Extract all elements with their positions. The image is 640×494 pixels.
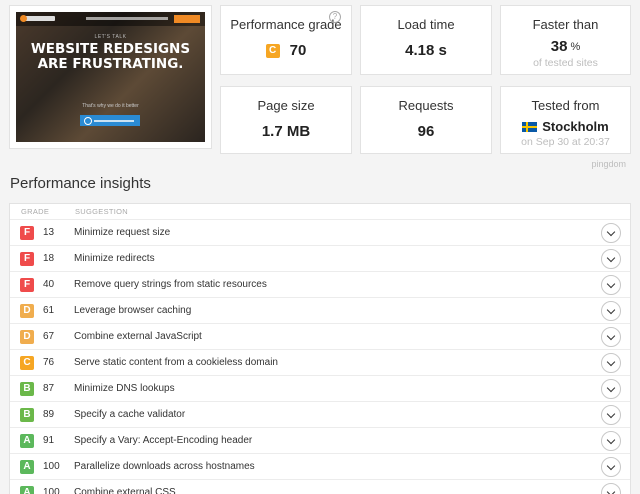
insights-table: GRADE SUGGESTION F 13 Minimize request siz… [9, 203, 631, 494]
table-row[interactable]: A 100 Combine external CSS [10, 480, 630, 494]
page-size-value: 1.7 MB [261, 123, 311, 140]
expand-chevron-icon[interactable] [601, 274, 621, 295]
preview-button [80, 115, 140, 126]
requests-label: Requests [398, 98, 454, 113]
suggestion-text: Specify a cache validator [74, 409, 186, 420]
grade-badge: A [20, 459, 34, 474]
preview-small-text: LET'S TALK [94, 34, 127, 40]
score: 87 [43, 383, 55, 394]
page-size-card: Page size 1.7 MB [220, 86, 352, 154]
table-header: GRADE SUGGESTION [10, 204, 630, 220]
suggestion-text: Combine external CSS [74, 487, 176, 494]
tested-from-sub: on Sep 30 at 20:37 [521, 136, 610, 148]
expand-chevron-icon[interactable] [601, 300, 621, 321]
expand-chevron-icon[interactable] [601, 430, 621, 451]
requests-value: 96 [417, 123, 435, 140]
table-row[interactable]: B 87 Minimize DNS lookups [10, 376, 630, 402]
suggestion-text: Specify a Vary: Accept-Encoding header [74, 435, 253, 446]
suggestion-text: Leverage browser caching [74, 305, 192, 316]
section-title: Performance insights [10, 175, 151, 192]
faster-than-label: Faster than [532, 17, 599, 32]
suggestion-text: Parallelize downloads across hostnames [74, 461, 255, 472]
expand-chevron-icon[interactable] [601, 378, 621, 399]
score: 100 [43, 487, 60, 494]
grade-badge: B [20, 381, 34, 396]
score: 13 [43, 227, 55, 238]
grade-badge: C [20, 355, 34, 370]
performance-grade-card: ? Performance grade C 70 [220, 5, 352, 75]
tested-from-card: Tested from Stockholm on Sep 30 at 20:37 [500, 86, 631, 154]
expand-chevron-icon[interactable] [601, 352, 621, 373]
table-row[interactable]: F 13 Minimize request size [10, 220, 630, 246]
preview-nav-links [86, 17, 168, 20]
score: 89 [43, 409, 55, 420]
suggestion-column-header: SUGGESTION [75, 207, 129, 216]
faster-than-card: Faster than 38 % of tested sites [500, 5, 631, 75]
suggestion-text: Minimize DNS lookups [74, 383, 175, 394]
score: 61 [43, 305, 55, 316]
table-row[interactable]: A 100 Parallelize downloads across hostnam… [10, 454, 630, 480]
help-icon[interactable]: ? [329, 11, 341, 23]
table-row[interactable]: F 18 Minimize redirects [10, 246, 630, 272]
score: 100 [43, 461, 60, 472]
score: 18 [43, 253, 55, 264]
table-row[interactable]: F 40 Remove query strings from static reso… [10, 272, 630, 298]
suggestion-text: Remove query strings from static resourc… [74, 279, 267, 290]
pingdom-watermark: pingdom [591, 159, 626, 169]
table-row[interactable]: D 61 Leverage browser caching [10, 298, 630, 324]
score: 67 [43, 331, 55, 342]
score: 40 [43, 279, 55, 290]
expand-chevron-icon[interactable] [601, 482, 621, 494]
grade-badge: C [265, 43, 280, 58]
performance-grade-value: 70 [289, 42, 307, 59]
grade-badge: A [20, 433, 34, 448]
expand-chevron-icon[interactable] [601, 326, 621, 347]
load-time-card: Load time 4.18 s [360, 5, 492, 75]
suggestion-text: Combine external JavaScript [74, 331, 202, 342]
grade-badge: A [20, 485, 34, 494]
table-row[interactable]: C 76 Serve static content from a cookieles… [10, 350, 630, 376]
grade-badge: D [20, 303, 34, 318]
expand-chevron-icon[interactable] [601, 404, 621, 425]
suggestion-text: Serve static content from a cookieless d… [74, 357, 278, 368]
expand-chevron-icon[interactable] [601, 222, 621, 243]
grade-badge: B [20, 407, 34, 422]
table-row[interactable]: A 91 Specify a Vary: Accept-Encoding heade… [10, 428, 630, 454]
table-row[interactable]: D 67 Combine external JavaScript [10, 324, 630, 350]
percent-unit: % [570, 40, 581, 53]
table-row[interactable]: B 89 Specify a cache validator [10, 402, 630, 428]
preview-nav [16, 12, 205, 26]
preview-logo [20, 15, 55, 22]
tested-from-label: Tested from [531, 98, 600, 113]
score: 91 [43, 435, 55, 446]
suggestion-text: Minimize request size [74, 227, 171, 238]
requests-card: Requests 96 [360, 86, 492, 154]
load-time-value: 4.18 s [405, 42, 447, 59]
site-preview-image: LET'S TALK WEBSITE REDESIGNS ARE FRUSTRA… [16, 12, 205, 142]
preview-cta [174, 15, 200, 23]
page-size-label: Page size [257, 98, 315, 113]
preview-subtext: That's why we do it better [82, 103, 139, 109]
screenshot-thumbnail: LET'S TALK WEBSITE REDESIGNS ARE FRUSTRA… [9, 5, 212, 149]
grade-badge: F [20, 251, 34, 266]
faster-than-sub: of tested sites [533, 57, 598, 69]
grade-badge: D [20, 329, 34, 344]
grade-badge: F [20, 277, 34, 292]
suggestion-text: Minimize redirects [74, 253, 155, 264]
expand-chevron-icon[interactable] [601, 248, 621, 269]
grade-badge: F [20, 225, 34, 240]
faster-than-value: 38 [550, 38, 568, 55]
grade-column-header: GRADE [21, 207, 50, 216]
score: 76 [43, 357, 55, 368]
sweden-flag-icon [522, 121, 538, 132]
tested-from-city: Stockholm [542, 119, 609, 134]
expand-chevron-icon[interactable] [601, 456, 621, 477]
preview-headline: WEBSITE REDESIGNS ARE FRUSTRATING. [30, 41, 191, 72]
load-time-label: Load time [397, 17, 455, 32]
